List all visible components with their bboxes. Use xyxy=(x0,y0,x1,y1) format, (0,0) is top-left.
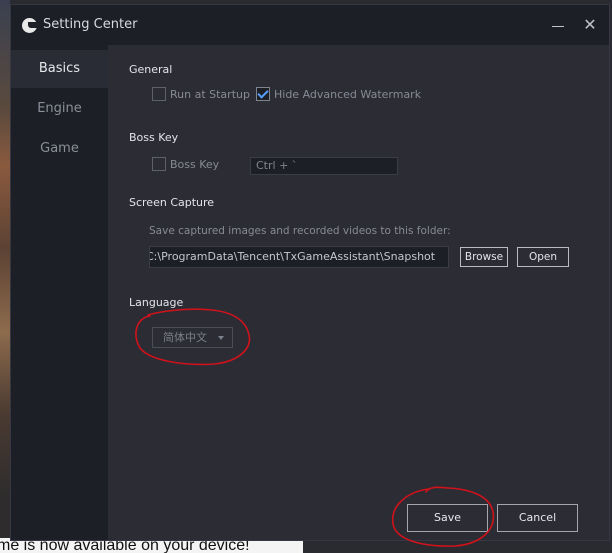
language-section-title: Language xyxy=(129,296,184,309)
language-selected-value: 简体中文 xyxy=(163,331,207,344)
minimize-icon xyxy=(552,26,564,27)
screen-capture-hint: Save captured images and recorded videos… xyxy=(149,225,451,237)
chevron-down-icon xyxy=(218,336,224,340)
title-bar: Setting Center ✕ xyxy=(11,5,609,45)
sidebar-item-basics[interactable]: Basics xyxy=(11,50,108,88)
hide-watermark-label: Hide Advanced Watermark xyxy=(274,88,422,101)
run-at-startup-option[interactable]: Run at Startup xyxy=(152,87,252,105)
settings-window: Setting Center ✕ Basics Engine Game Gene… xyxy=(10,4,610,541)
boss-key-option[interactable]: Boss Key xyxy=(152,157,232,175)
sidebar: Basics Engine Game xyxy=(11,45,108,540)
run-at-startup-label: Run at Startup xyxy=(170,88,250,101)
hide-watermark-option[interactable]: Hide Advanced Watermark xyxy=(256,87,421,105)
background-app-left xyxy=(0,0,10,553)
language-dropdown[interactable]: 简体中文 xyxy=(152,327,233,348)
boss-key-shortcut-field[interactable]: Ctrl + ` xyxy=(250,157,398,175)
minimize-button[interactable] xyxy=(549,13,569,37)
boss-key-section-title: Boss Key xyxy=(129,131,179,144)
run-at-startup-checkbox[interactable] xyxy=(152,87,166,101)
close-icon: ✕ xyxy=(583,15,597,34)
general-section-title: General xyxy=(129,63,173,76)
settings-content: General Run at Startup Hide Advanced Wat… xyxy=(108,45,609,540)
hide-watermark-checkbox[interactable] xyxy=(256,87,270,101)
sidebar-item-game[interactable]: Game xyxy=(11,130,108,168)
browse-button[interactable]: Browse xyxy=(460,247,508,267)
sidebar-item-engine[interactable]: Engine xyxy=(11,90,108,128)
capture-folder-path-text: C:\ProgramData\Tencent\TxGameAssistant\S… xyxy=(149,250,436,263)
boss-key-checkbox[interactable] xyxy=(152,157,166,171)
capture-folder-path-field[interactable]: C:\ProgramData\Tencent\TxGameAssistant\S… xyxy=(149,246,449,268)
app-logo-icon xyxy=(22,18,37,33)
window-title: Setting Center xyxy=(43,17,138,32)
save-button[interactable]: Save xyxy=(407,504,488,532)
open-folder-button[interactable]: Open xyxy=(517,247,569,267)
boss-key-label: Boss Key xyxy=(170,158,220,171)
cancel-button[interactable]: Cancel xyxy=(497,504,578,532)
close-button[interactable]: ✕ xyxy=(580,13,600,37)
screen-capture-section-title: Screen Capture xyxy=(129,196,215,209)
